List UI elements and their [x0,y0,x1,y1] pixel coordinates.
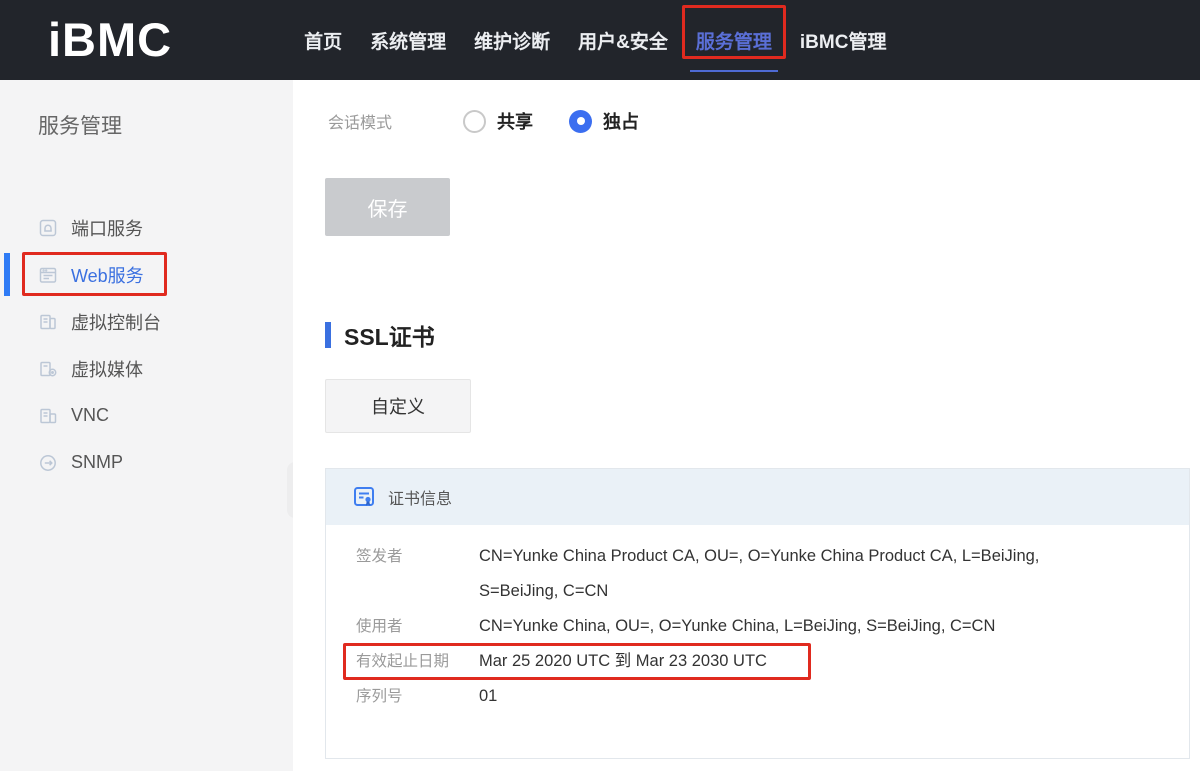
cert-panel-title: 证书信息 [388,485,452,509]
sidebar-item-web-service[interactable]: Web服务 [0,251,293,298]
nav-item-ibmc-management[interactable]: iBMC管理 [786,0,901,80]
radio-circle-icon[interactable] [463,110,486,133]
session-mode-label: 会话模式 [328,109,463,133]
sidebar-item-label: 虚拟媒体 [71,356,143,382]
sidebar-item-label: 端口服务 [71,215,143,241]
cert-row-label: 序列号 [356,679,479,714]
radio-circle-icon[interactable] [569,110,592,133]
cert-panel-body: 签发者 CN=Yunke China Product CA, OU=, O=Yu… [326,525,1189,714]
cert-row-validity: 有效起止日期 Mar 25 2020 UTC 到 Mar 23 2030 UTC [356,644,1189,679]
sidebar-item-label: Web服务 [71,262,144,288]
radio-exclusive[interactable]: 独占 [569,108,639,134]
sidebar-item-port-service[interactable]: 端口服务 [0,204,293,251]
sidebar-item-label: 虚拟控制台 [71,309,161,335]
nav-item-label: 系统管理 [370,27,446,54]
cert-value-line: S=BeiJing, C=CN [479,574,1039,609]
sidebar: 服务管理 端口服务 [0,80,293,771]
ssl-section-title: SSL证书 [344,318,435,352]
radio-label: 独占 [603,108,639,134]
nav-item-home[interactable]: 首页 [290,0,356,80]
session-mode-row: 会话模式 共享 独占 [328,108,1200,134]
save-button[interactable]: 保存 [325,178,450,236]
nav-item-label: 首页 [304,27,342,54]
cert-row-issuer: 签发者 CN=Yunke China Product CA, OU=, O=Yu… [356,539,1189,609]
ssl-section-header: SSL证书 [325,318,1200,352]
nav-item-service-management[interactable]: 服务管理 [682,0,786,80]
cert-row-value: CN=Yunke China Product CA, OU=, O=Yunke … [479,539,1039,609]
sidebar-item-vnc[interactable]: VNC [0,392,293,439]
page: iBMC 首页 系统管理 维护诊断 用户&安全 服务管理 iBMC管理 [0,0,1200,771]
session-mode-radio-group: 共享 独占 [463,108,639,134]
virtual-media-icon [38,359,58,379]
top-navigation: 首页 系统管理 维护诊断 用户&安全 服务管理 iBMC管理 [290,0,900,80]
brand-logo: iBMC [48,0,172,80]
snmp-icon [38,453,58,473]
cert-row-serial: 序列号 01 [356,679,1189,714]
cert-row-label: 有效起止日期 [356,644,479,679]
certificate-icon [352,485,376,509]
sidebar-item-virtual-media[interactable]: 虚拟媒体 [0,345,293,392]
sidebar-title: 服务管理 [0,80,293,140]
port-service-icon [38,218,58,238]
sidebar-item-label: VNC [71,405,109,426]
nav-item-system-management[interactable]: 系统管理 [356,0,460,80]
custom-button[interactable]: 自定义 [325,379,471,433]
radio-shared[interactable]: 共享 [463,108,533,134]
nav-item-label: 用户&安全 [578,27,668,54]
cert-row-subject: 使用者 CN=Yunke China, OU=, O=Yunke China, … [356,609,1189,644]
web-service-icon [38,265,58,285]
cert-row-value: CN=Yunke China, OU=, O=Yunke China, L=Be… [479,609,995,644]
cert-row-label: 签发者 [356,539,479,609]
topbar: iBMC 首页 系统管理 维护诊断 用户&安全 服务管理 iBMC管理 [0,0,1200,80]
cert-info-panel: 证书信息 签发者 CN=Yunke China Product CA, OU=,… [325,468,1190,759]
sidebar-item-virtual-console[interactable]: 虚拟控制台 [0,298,293,345]
cert-panel-header: 证书信息 [326,469,1189,525]
virtual-console-icon [38,312,58,332]
vnc-icon [38,406,58,426]
sidebar-item-snmp[interactable]: SNMP [0,439,293,486]
radio-label: 共享 [497,108,533,134]
main-content: 会话模式 共享 独占 保存 SSL证书 自定义 [293,80,1200,771]
sidebar-item-label: SNMP [71,452,123,473]
cert-row-value: 01 [479,679,497,714]
sidebar-menu: 端口服务 Web服务 [0,204,293,486]
cert-row-value: Mar 25 2020 UTC 到 Mar 23 2030 UTC [479,644,767,679]
nav-item-maintenance-diagnosis[interactable]: 维护诊断 [460,0,564,80]
active-item-indicator [4,253,10,296]
nav-item-label: 维护诊断 [474,27,550,54]
cert-row-label: 使用者 [356,609,479,644]
nav-item-label: 服务管理 [696,27,772,54]
nav-item-users-security[interactable]: 用户&安全 [564,0,682,80]
nav-item-label: iBMC管理 [800,27,887,54]
cert-value-line: CN=Yunke China Product CA, OU=, O=Yunke … [479,539,1039,574]
section-accent-bar [325,322,331,348]
